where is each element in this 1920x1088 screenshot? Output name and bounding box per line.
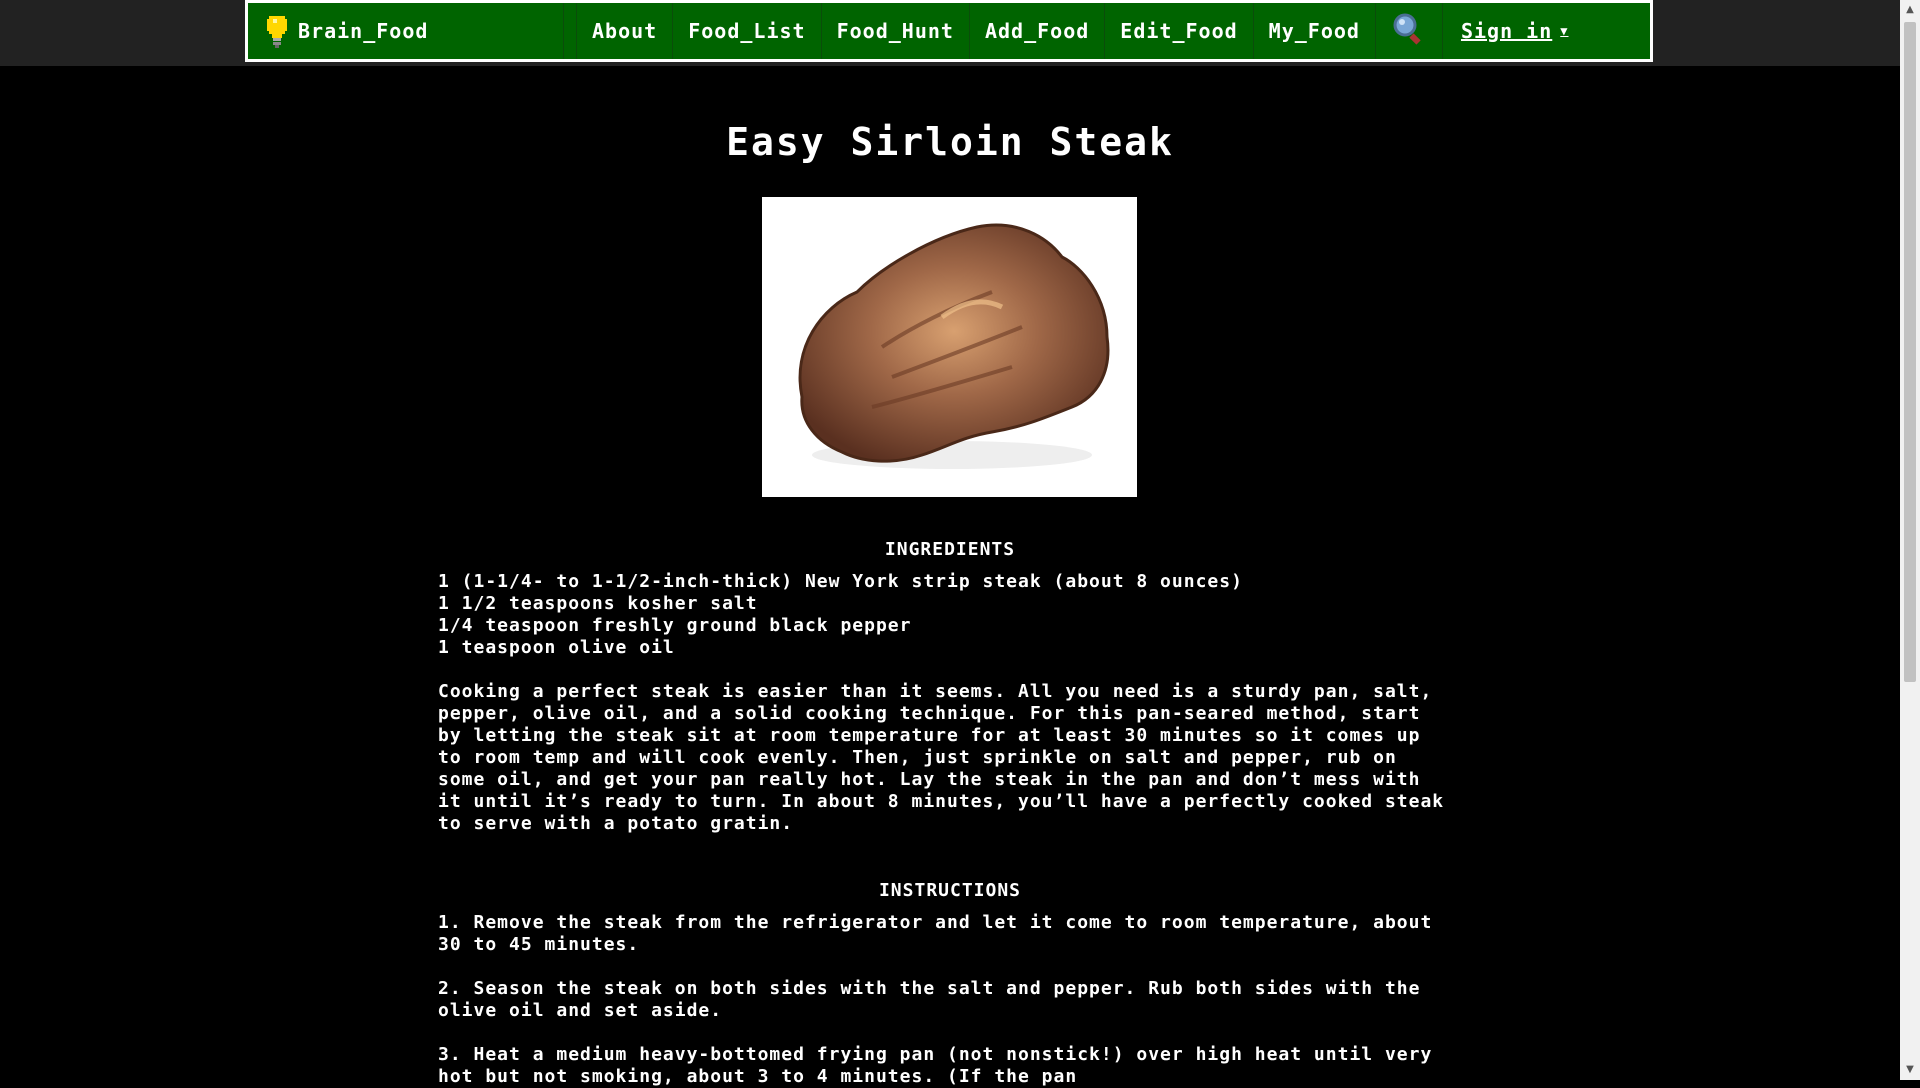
nav-food-hunt[interactable]: Food_Hunt xyxy=(822,3,970,59)
brand-link[interactable]: Brain_Food xyxy=(248,3,564,59)
scroll-thumb[interactable] xyxy=(1904,22,1916,682)
sign-in-label: Sign in xyxy=(1460,19,1553,43)
ingredient-item: 1 teaspoon olive oil xyxy=(438,637,675,658)
ingredient-item: 1/4 teaspoon freshly ground black pepper xyxy=(438,615,912,636)
caret-down-icon: ▼ xyxy=(1560,24,1569,38)
nav-edit-food[interactable]: Edit_Food xyxy=(1105,3,1254,59)
recipe-description: Cooking a perfect steak is easier than i… xyxy=(438,681,1445,834)
sign-in-dropdown[interactable]: Sign in ▼ xyxy=(1443,3,1587,59)
scroll-up-arrow-icon[interactable]: ▲ xyxy=(1900,0,1920,20)
recipe-content: Easy Sirloin Steak INGREDIENTS 1 (1-1/4-… xyxy=(0,66,1900,1087)
recipe-title: Easy Sirloin Steak xyxy=(726,120,1174,164)
ingredients-heading: INGREDIENTS xyxy=(884,539,1016,560)
nav-add-food[interactable]: Add_Food xyxy=(970,3,1106,59)
search-icon xyxy=(1392,12,1426,50)
steak-image xyxy=(762,197,1137,497)
ingredients-list: 1 (1-1/4- to 1-1/2-inch-thick) New York … xyxy=(438,571,1448,659)
nav-food-list[interactable]: Food_List xyxy=(673,3,822,59)
vertical-scrollbar[interactable]: ▲ ▼ xyxy=(1900,0,1920,1080)
instruction-step: 2. Season the steak on both sides with t… xyxy=(438,978,1421,1021)
nav-about[interactable]: About xyxy=(576,3,674,59)
brand-name: Brain_Food xyxy=(298,19,429,43)
instruction-step: 3. Heat a medium heavy-bottomed frying p… xyxy=(438,1044,1433,1087)
ingredient-item: 1 (1-1/4- to 1-1/2-inch-thick) New York … xyxy=(438,571,1243,592)
instructions-list: 1. Remove the steak from the refrigerato… xyxy=(438,912,1448,1088)
navbar: Brain_Food About Food_List Food_Hunt Add… xyxy=(245,0,1653,62)
search-button[interactable] xyxy=(1376,3,1443,59)
lightbulb-icon xyxy=(264,13,290,49)
scroll-down-arrow-icon[interactable]: ▼ xyxy=(1900,1060,1920,1080)
instructions-heading: INSTRUCTIONS xyxy=(878,880,1022,901)
nav-my-food[interactable]: My_Food xyxy=(1254,3,1376,59)
ingredient-item: 1 1/2 teaspoons kosher salt xyxy=(438,593,758,614)
instruction-step: 1. Remove the steak from the refrigerato… xyxy=(438,912,1433,955)
